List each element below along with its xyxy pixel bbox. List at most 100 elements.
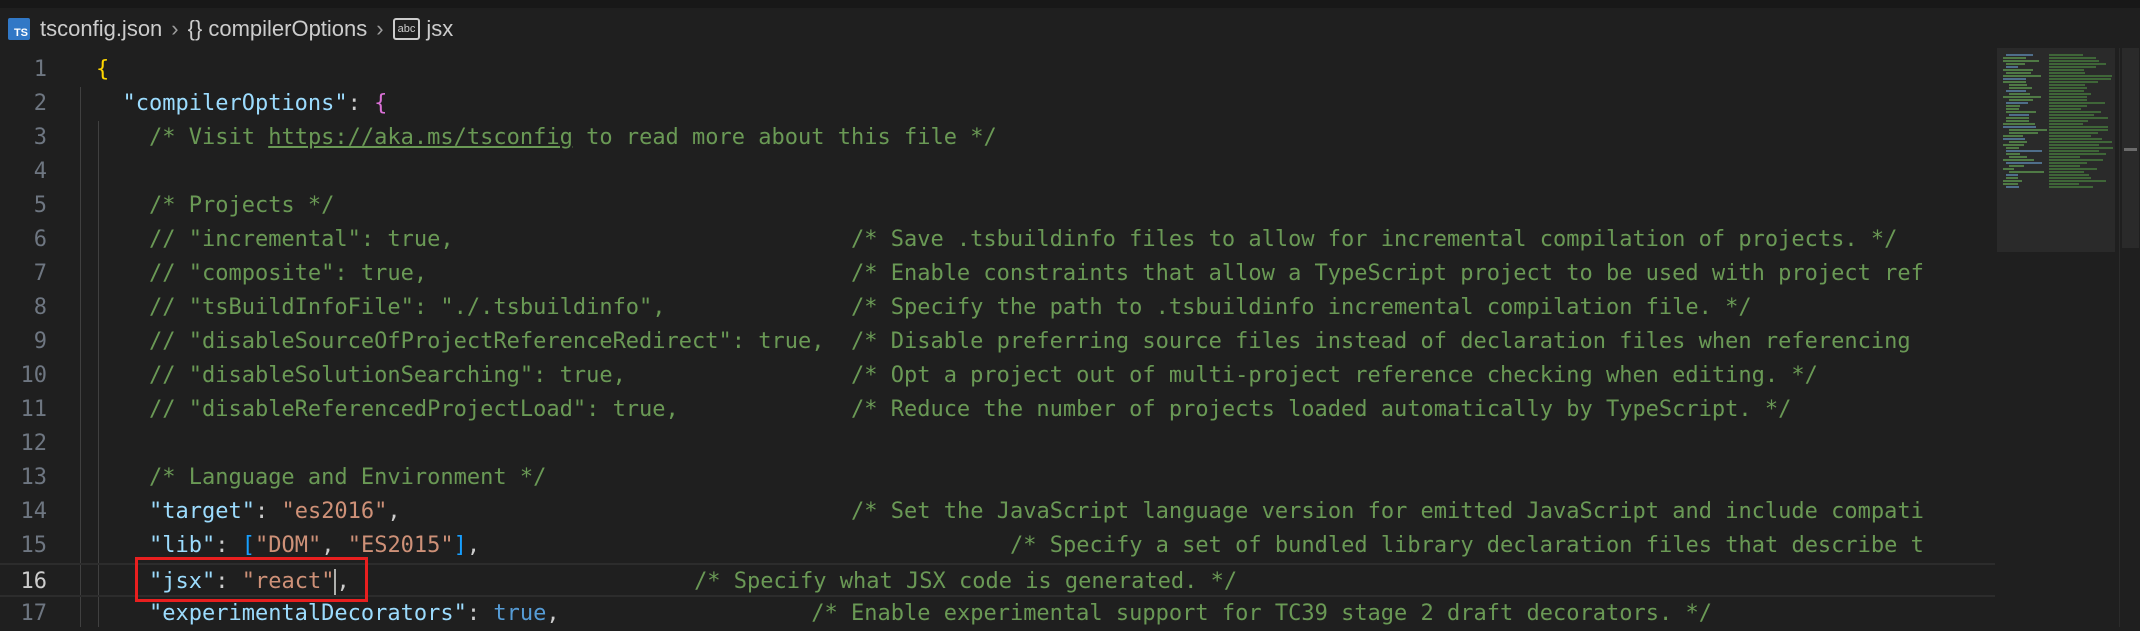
minimap-line	[2049, 96, 2088, 98]
code-token: "lib"	[148, 533, 216, 558]
code-text[interactable]: // "tsBuildInfoFile": "./.tsbuildinfo", …	[96, 291, 1752, 325]
minimap-line	[2049, 186, 2093, 188]
minimap-line	[2003, 96, 2041, 98]
code-token: /* Visit	[148, 125, 269, 150]
minimap-line	[2009, 171, 2045, 173]
minimap-line	[2049, 69, 2085, 71]
code-line[interactable]: 2 "compilerOptions": {	[0, 87, 1995, 121]
minimap-line	[2006, 105, 2021, 107]
minimap-line	[2049, 117, 2108, 119]
minimap-line	[2009, 129, 2047, 131]
minimap-line	[2006, 102, 2029, 104]
code-text[interactable]: /* Projects */	[96, 189, 334, 223]
code-text[interactable]: "compilerOptions": {	[96, 87, 388, 121]
minimap-line	[2049, 177, 2092, 179]
code-line[interactable]: 8 // "tsBuildInfoFile": "./.tsbuildinfo"…	[0, 291, 1995, 325]
code-token: ,	[336, 569, 695, 594]
breadcrumb: TS tsconfig.json › {} compilerOptions › …	[0, 8, 2008, 50]
code-text[interactable]: {	[96, 53, 109, 87]
line-number: 4	[33, 159, 47, 184]
code-line[interactable]: 16 "jsx": "react", /* Specify what JSX c…	[0, 563, 1995, 597]
code-line[interactable]: 5 /* Projects */	[0, 189, 1995, 223]
minimap-line	[2049, 159, 2103, 161]
minimap-line	[2049, 60, 2100, 62]
code-token: // "disableReferencedProjectLoad": true,…	[148, 397, 1792, 422]
minimap-line	[2006, 54, 2033, 56]
code-line[interactable]: 7 // "composite": true, /* Enable constr…	[0, 257, 1995, 291]
code-line[interactable]: 12	[0, 427, 1995, 461]
code-token: ,	[466, 533, 1010, 558]
code-token: "DOM"	[254, 533, 322, 558]
string-abc-icon: abc	[392, 18, 421, 40]
code-text[interactable]: /* Language and Environment */	[96, 461, 546, 495]
code-text[interactable]: // "disableSolutionSearching": true, /* …	[96, 359, 1818, 393]
top-strip	[0, 0, 2140, 8]
minimap-line	[2049, 150, 2099, 152]
minimap-line	[2006, 63, 2025, 65]
code-token: // "incremental": true, /* Save .tsbuild…	[148, 227, 1898, 252]
minimap-line	[2009, 87, 2033, 89]
minimap-line	[2009, 93, 2030, 95]
code-text[interactable]: // "disableReferencedProjectLoad": true,…	[96, 393, 1791, 427]
code-line[interactable]: 17 "experimentalDecorators": true, /* En…	[0, 597, 1995, 631]
code-token: "es2016"	[281, 499, 388, 524]
minimap-line	[2049, 162, 2087, 164]
minimap[interactable]	[1997, 48, 2115, 627]
minimap-line	[2009, 99, 2034, 101]
minimap-line	[2006, 90, 2026, 92]
code-text[interactable]: "jsx": "react", /* Specify what JSX code…	[96, 565, 1237, 599]
code-text[interactable]: // "incremental": true, /* Save .tsbuild…	[96, 223, 1897, 257]
code-token: [	[241, 533, 255, 558]
code-line[interactable]: 4	[0, 155, 1995, 189]
code-line[interactable]: 15 "lib": ["DOM", "ES2015"], /* Specify …	[0, 529, 1995, 563]
code-text[interactable]: // "disableSourceOfProjectReferenceRedir…	[96, 325, 1911, 359]
minimap-line	[2049, 105, 2087, 107]
code-token: "ES2015"	[347, 533, 454, 558]
code-token: // "composite": true, /* Enable constrai…	[148, 261, 1924, 286]
minimap-line	[2049, 93, 2091, 95]
code-text[interactable]: /* Visit https://aka.ms/tsconfig to read…	[96, 121, 997, 155]
minimap-line	[2049, 66, 2096, 68]
code-line[interactable]: 14 "target": "es2016", /* Set the JavaSc…	[0, 495, 1995, 529]
typescript-file-icon: TS	[8, 18, 30, 40]
code-token: to read more about this file */	[572, 125, 997, 150]
code-line[interactable]: 13 /* Language and Environment */	[0, 461, 1995, 495]
breadcrumb-file[interactable]: tsconfig.json	[40, 16, 162, 42]
code-token: ,	[546, 601, 812, 626]
cursor-position-marker	[2124, 148, 2137, 151]
code-token: /* Set the JavaScript language version f…	[851, 499, 1924, 524]
code-line[interactable]: 3 /* Visit https://aka.ms/tsconfig to re…	[0, 121, 1995, 155]
minimap-line	[2006, 174, 2018, 176]
minimap-line	[2049, 75, 2112, 77]
line-number: 11	[20, 397, 48, 422]
minimap-line	[2009, 165, 2025, 167]
minimap-line	[2049, 72, 2085, 74]
code-line[interactable]: 10 // "disableSolutionSearching": true, …	[0, 359, 1995, 393]
vertical-scrollbar[interactable]	[2119, 48, 2140, 627]
minimap-line	[2006, 186, 2019, 188]
code-text[interactable]: "target": "es2016", /* Set the JavaScrip…	[96, 495, 1924, 529]
minimap-line	[2049, 54, 2083, 56]
minimap-line	[2006, 66, 2019, 68]
chevron-right-icon: ›	[376, 16, 384, 41]
line-number: 15	[20, 533, 48, 558]
breadcrumb-object[interactable]: compilerOptions	[208, 16, 367, 42]
code-line[interactable]: 1{	[0, 53, 1995, 87]
code-line[interactable]: 9 // "disableSourceOfProjectReferenceRed…	[0, 325, 1995, 359]
breadcrumb-property[interactable]: jsx	[426, 16, 453, 42]
code-text[interactable]: "experimentalDecorators": true, /* Enabl…	[96, 597, 1712, 631]
code-text[interactable]: // "composite": true, /* Enable constrai…	[96, 257, 1924, 291]
minimap-line	[2009, 114, 2029, 116]
minimap-line	[2049, 174, 2089, 176]
code-line[interactable]: 11 // "disableReferencedProjectLoad": tr…	[0, 393, 1995, 427]
code-token: :	[254, 499, 282, 524]
code-line[interactable]: 6 // "incremental": true, /* Save .tsbui…	[0, 223, 1995, 257]
code-text[interactable]: "lib": ["DOM", "ES2015"], /* Specify a s…	[96, 529, 1924, 563]
code-editor[interactable]: 1{2 "compilerOptions": {3 /* Visit https…	[0, 53, 1995, 627]
